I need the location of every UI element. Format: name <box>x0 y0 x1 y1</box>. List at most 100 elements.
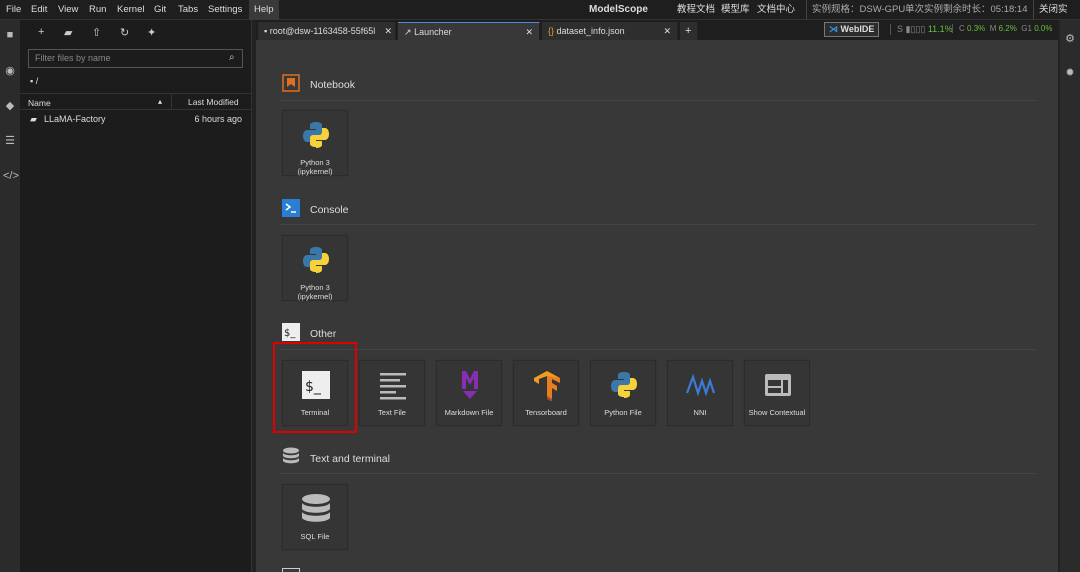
card-tensorboard[interactable]: Tensorboard <box>513 360 579 426</box>
launcher-panel <box>256 40 1058 572</box>
refresh-icon[interactable]: ↻ <box>120 26 129 39</box>
card-label: Text File <box>378 408 406 417</box>
gpu-label: G1 <box>1021 24 1032 33</box>
card-sql-file[interactable]: SQL File <box>282 484 348 550</box>
column-last-modified[interactable]: Last Modified <box>171 94 239 109</box>
search-icon: ⌕ <box>229 52 235 63</box>
divider <box>280 349 1036 350</box>
card-markdown-file[interactable]: Markdown File <box>436 360 502 426</box>
property-inspector-icon[interactable]: ⚙ <box>1063 32 1077 46</box>
card-label: Markdown File <box>444 408 494 417</box>
right-sidebar: ⚙ ✹ <box>1060 20 1080 572</box>
section-title-notebook: Notebook <box>310 79 355 91</box>
card-show-contextual[interactable]: Show Contextual <box>744 360 810 426</box>
tensorflow-icon <box>534 371 560 401</box>
code-icon[interactable]: </> <box>3 169 19 183</box>
nni-icon <box>685 373 716 397</box>
divider <box>280 473 1036 474</box>
filter-input[interactable]: Filter files by name <box>28 49 243 68</box>
python-icon <box>303 122 329 148</box>
instance-spec: 实例规格：DSW-GPU <box>806 0 910 20</box>
card-text-file[interactable]: Text File <box>359 360 425 426</box>
new-launcher-icon[interactable]: + <box>38 26 44 38</box>
markdown-icon <box>462 371 478 399</box>
folder-icon[interactable]: ■ <box>3 28 17 42</box>
tab-label: dataset_info.json <box>556 26 625 36</box>
menu-help[interactable]: Help <box>249 0 279 20</box>
storage-value: 11.1% <box>927 24 953 34</box>
contextual-help-icon <box>765 374 791 396</box>
webide-label: WebIDE <box>840 24 875 34</box>
file-name: LLaMA-Factory <box>44 114 106 124</box>
link-docs[interactable]: 文档中心 <box>752 0 800 20</box>
card-label: Python 3 (ipykernel) <box>297 158 333 176</box>
close-icon[interactable]: ✕ <box>525 23 533 41</box>
mem-label: M <box>989 24 997 33</box>
menu-run[interactable]: Run <box>84 0 111 20</box>
card-python-file[interactable]: Python File <box>590 360 656 426</box>
console-icon <box>282 199 300 217</box>
webide-button[interactable]: ⋊ WebIDE <box>824 22 880 37</box>
running-icon[interactable]: ◉ <box>3 64 17 78</box>
link-tutorial[interactable]: 教程文档 <box>672 0 720 20</box>
card-label: SQL File <box>300 532 330 541</box>
new-tab-button[interactable]: + <box>680 22 698 40</box>
gpu-value: 0.0% <box>1034 24 1053 33</box>
section-title-other: Other <box>310 328 337 340</box>
database-icon <box>302 494 330 522</box>
close-instance-button[interactable]: 关闭实例 <box>1033 0 1080 35</box>
sort-ascending-icon: ▴ <box>158 97 163 106</box>
link-models[interactable]: 模型库 <box>716 0 755 20</box>
card-notebook-python3[interactable]: Python 3 (ipykernel) <box>282 110 348 176</box>
notebook-icon <box>282 74 300 92</box>
cpu-label: C <box>959 24 965 33</box>
cpu-value: 0.3% <box>967 24 986 33</box>
file-row[interactable]: ▰ LLaMA-Factory 6 hours ago <box>20 112 251 127</box>
terminal-section-icon: $_ <box>282 323 300 341</box>
storage-label: S <box>897 24 904 34</box>
menu-git[interactable]: Git <box>149 0 171 20</box>
left-activity-bar: ■ ◉ ◆ ☰ </> <box>0 20 20 572</box>
menu-bar: File Edit View Run Kernel Git Tabs Setti… <box>0 0 1080 35</box>
section-title-text-terminal: Text and terminal <box>310 453 390 465</box>
divider <box>280 224 1036 225</box>
next-section-icon <box>282 568 300 572</box>
vscode-icon: ⋊ <box>829 24 838 34</box>
section-title-console: Console <box>310 204 349 216</box>
tab-label: Launcher <box>414 27 452 37</box>
menu-edit[interactable]: Edit <box>26 0 52 20</box>
file-list-header: Name ▴ Last Modified <box>20 93 251 110</box>
mem-value: 6.2% <box>998 24 1017 33</box>
tab-launcher[interactable]: ↗ Launcher ✕ <box>398 22 540 40</box>
menu-kernel[interactable]: Kernel <box>112 0 149 20</box>
card-console-python3[interactable]: Python 3 (ipykernel) <box>282 235 348 301</box>
toc-icon[interactable]: ☰ <box>3 134 17 148</box>
folder-icon: ▰ <box>30 114 37 124</box>
new-folder-icon[interactable]: ▰ <box>64 26 72 39</box>
menu-view[interactable]: View <box>53 0 83 20</box>
card-label: Python 3 (ipykernel) <box>297 283 333 301</box>
close-icon[interactable]: ✕ <box>384 22 392 40</box>
menu-settings[interactable]: Settings <box>203 0 247 20</box>
python-icon <box>611 372 637 398</box>
card-nni[interactable]: NNI <box>667 360 733 426</box>
menu-file[interactable]: File <box>1 0 26 20</box>
path-root[interactable]: / <box>36 76 39 86</box>
breadcrumb[interactable]: ▪ / <box>30 76 38 86</box>
card-terminal[interactable]: $_ Terminal <box>282 360 348 426</box>
upload-icon[interactable]: ⇧ <box>92 26 101 39</box>
card-label: NNI <box>693 408 707 417</box>
debugger-icon[interactable]: ✹ <box>1063 66 1077 80</box>
close-icon[interactable]: ✕ <box>663 22 671 40</box>
git-clone-icon[interactable]: ✦ <box>147 26 156 39</box>
tab-bar: ▪ root@dsw-1163458-55f65l ✕ ↗ Launcher ✕ {… <box>256 20 1058 40</box>
tab-label: root@dsw-1163458-55f65l <box>269 26 376 36</box>
menu-tabs[interactable]: Tabs <box>173 0 203 20</box>
tab-dataset-info[interactable]: {} dataset_info.json ✕ <box>542 22 678 40</box>
git-icon[interactable]: ◆ <box>3 99 17 113</box>
remaining-time: 单次实例剩余时长：05:18:14 <box>905 4 1028 15</box>
tab-terminal[interactable]: ▪ root@dsw-1163458-55f65l ✕ <box>258 22 396 40</box>
column-name[interactable]: Name <box>28 98 51 108</box>
card-label: Tensorboard <box>525 408 567 417</box>
modelscope-logo[interactable]: ModelScope <box>584 0 653 20</box>
